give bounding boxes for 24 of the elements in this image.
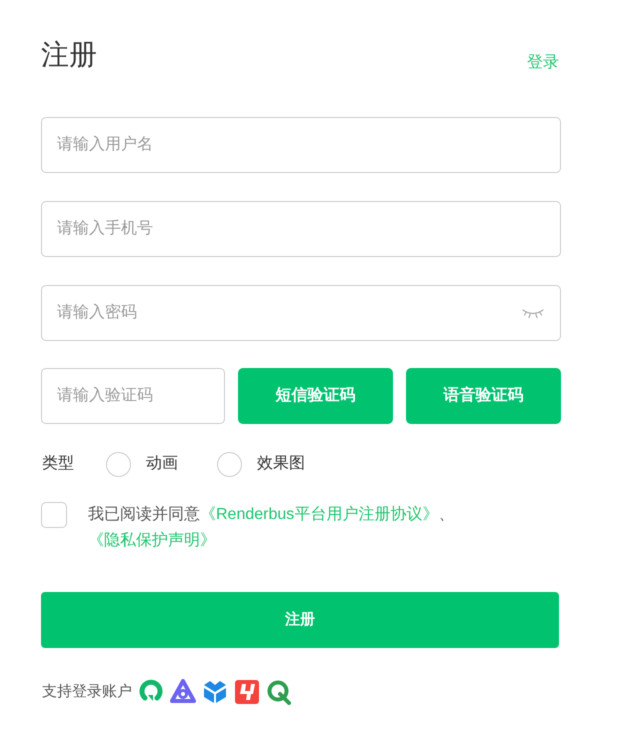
sms-code-button[interactable]: 短信验证码	[238, 368, 393, 424]
radio-label[interactable]: 效果图	[257, 452, 305, 476]
register-button[interactable]: 注册	[41, 592, 559, 648]
ring-tail-icon[interactable]	[266, 679, 292, 705]
radio-label[interactable]: 动画	[146, 452, 178, 476]
radio-button[interactable]	[106, 452, 131, 476]
eye-closed-icon[interactable]	[522, 308, 544, 318]
voice-code-button[interactable]: 语音验证码	[406, 368, 561, 424]
supported-accounts-label: 支持登录账户	[42, 682, 132, 702]
stacked-box-icon[interactable]	[202, 679, 228, 705]
input-field[interactable]: 请输入手机号	[41, 201, 561, 257]
page-title: 注册	[41, 38, 97, 72]
type-label: 类型	[42, 454, 74, 474]
triangle-ring-icon[interactable]	[170, 679, 196, 705]
agreement-text: 我已阅读并同意《Renderbus平台用户注册协议》、 《隐私保护声明》	[88, 504, 456, 551]
radio-button[interactable]	[217, 452, 242, 476]
password-field[interactable]: 请输入密码	[41, 285, 561, 341]
agreement-link[interactable]: 《Renderbus平台用户注册协议》	[200, 506, 438, 523]
input-field[interactable]: 请输入用户名	[41, 117, 561, 173]
agree-checkbox[interactable]	[41, 502, 67, 528]
code-input-field[interactable]: 请输入验证码	[41, 368, 225, 424]
login-link[interactable]: 登录	[527, 52, 559, 74]
tile-icon[interactable]	[234, 679, 260, 705]
agreement-link[interactable]: 《隐私保护声明》	[88, 532, 216, 549]
